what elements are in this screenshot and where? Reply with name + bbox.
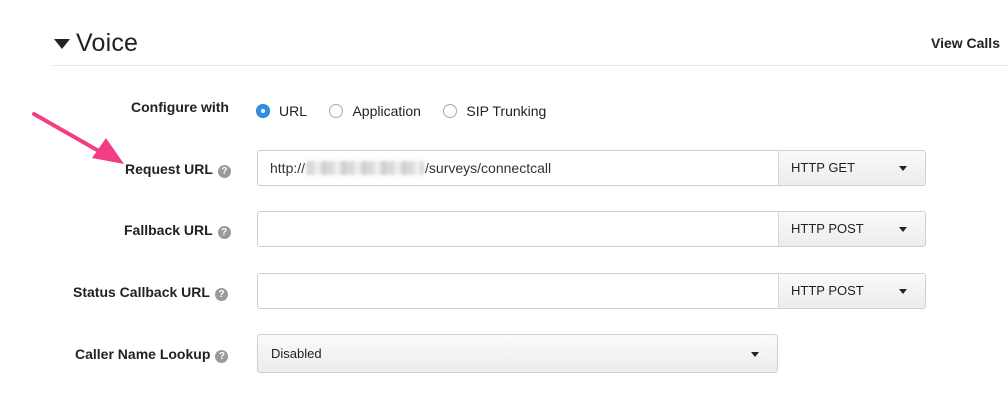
section-title[interactable]: Voice	[76, 29, 138, 58]
question-circle-icon[interactable]: ?	[215, 350, 229, 363]
caller-name-lookup-select[interactable]: Disabled	[257, 334, 778, 373]
radio-url-button[interactable]	[256, 104, 270, 118]
radio-application-label: Application	[352, 103, 421, 119]
status-callback-method-value: HTTP POST	[791, 283, 864, 298]
request-url-label-text: Request URL	[125, 161, 213, 177]
caller-name-lookup-value: Disabled	[271, 346, 322, 361]
radio-application[interactable]: Application	[329, 103, 421, 119]
annotation-arrow-icon	[32, 112, 124, 164]
question-circle-icon[interactable]: ?	[217, 226, 231, 239]
fallback-url-label: Fallback URL?	[124, 222, 231, 239]
radio-url[interactable]: URL	[256, 103, 307, 119]
request-url-prefix: http://	[270, 160, 306, 176]
radio-url-label: URL	[279, 103, 308, 119]
section-header: Voice View Calls	[52, 27, 1008, 66]
configure-radio-group: URL Application SIP Trunking	[256, 103, 564, 123]
fallback-method-value: HTTP POST	[791, 221, 864, 236]
caller-name-lookup-label-text: Caller Name Lookup	[75, 346, 211, 362]
request-url-input[interactable]: http:// /surveys/connectcall	[257, 150, 779, 186]
view-calls-link[interactable]: View Calls	[931, 35, 1000, 51]
radio-application-button[interactable]	[329, 104, 344, 118]
request-url-label: Request URL?	[125, 161, 231, 178]
question-circle-icon[interactable]: ?	[217, 165, 231, 178]
radio-sip-trunking[interactable]: SIP Trunking	[443, 103, 546, 119]
radio-sip-trunking-label: SIP Trunking	[466, 103, 547, 119]
status-callback-url-input[interactable]	[257, 273, 779, 309]
fallback-method-select[interactable]: HTTP POST	[778, 211, 926, 247]
request-method-value: HTTP GET	[791, 160, 856, 175]
radio-sip-trunking-button[interactable]	[443, 104, 458, 118]
request-url-suffix: /surveys/connectcall	[425, 160, 552, 176]
configure-with-label: Configure with	[131, 99, 229, 115]
chevron-down-icon	[899, 289, 907, 294]
status-callback-url-label: Status Callback URL?	[73, 284, 228, 301]
status-callback-url-label-text: Status Callback URL	[73, 284, 210, 300]
question-circle-icon[interactable]: ?	[214, 288, 228, 301]
fallback-url-input[interactable]	[257, 211, 779, 247]
request-method-select[interactable]: HTTP GET	[778, 150, 926, 186]
chevron-down-icon	[899, 227, 907, 232]
caller-name-lookup-label: Caller Name Lookup?	[75, 346, 229, 363]
fallback-url-label-text: Fallback URL	[124, 222, 213, 238]
status-callback-method-select[interactable]: HTTP POST	[778, 273, 926, 309]
redacted-host	[306, 161, 425, 175]
chevron-down-icon	[899, 166, 907, 171]
caret-down-icon[interactable]	[54, 39, 70, 49]
voice-settings-page: Voice View Calls Configure with URL Appl…	[0, 0, 1008, 407]
chevron-down-icon	[751, 352, 759, 357]
